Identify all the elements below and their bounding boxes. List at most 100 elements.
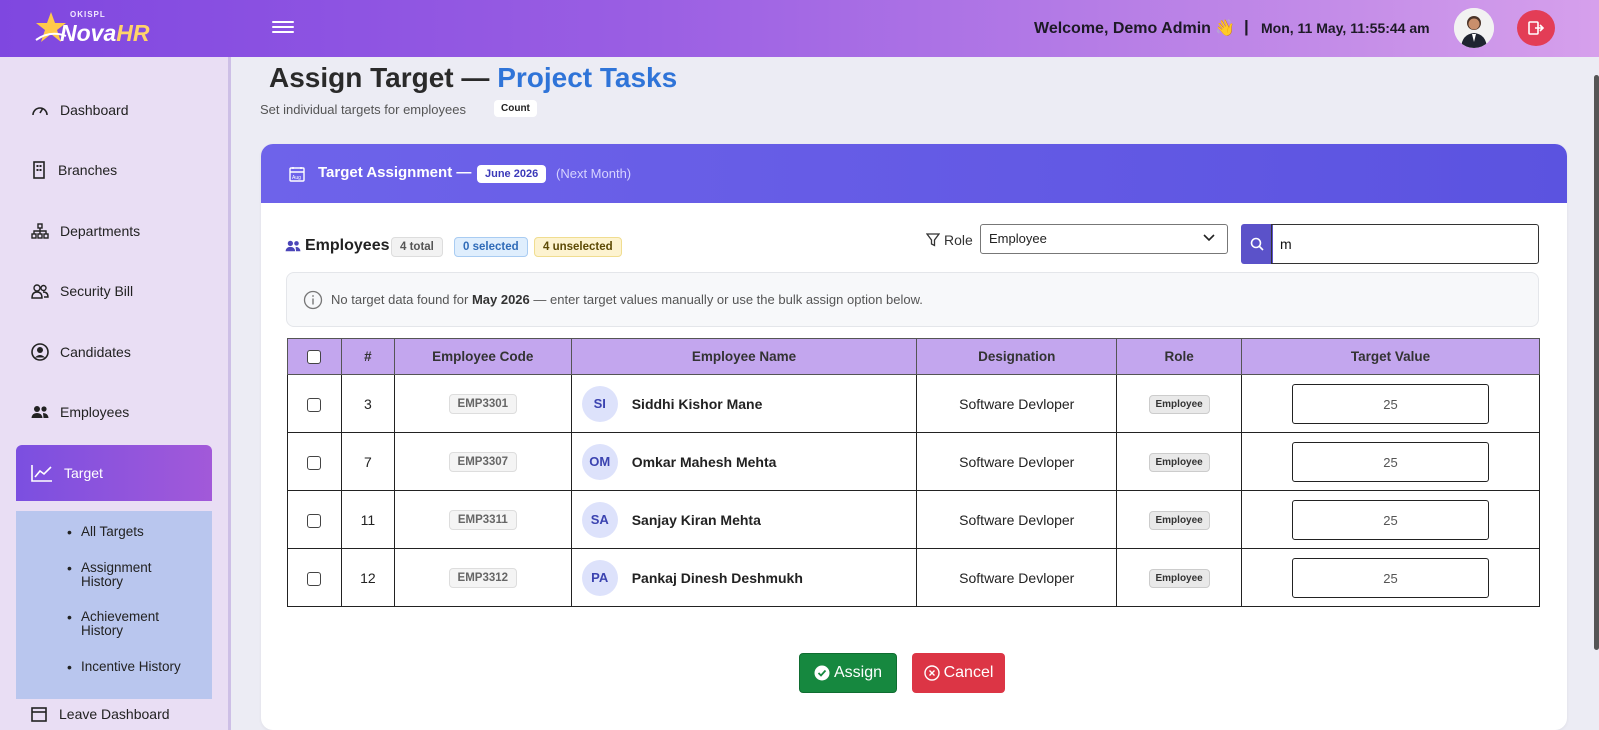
employee-code: EMP3311 <box>448 509 517 530</box>
chart-line-icon <box>31 465 52 482</box>
employee-code: EMP3312 <box>448 567 518 588</box>
submenu-incentive-history[interactable]: Incentive History <box>67 660 181 675</box>
submenu-achievement-history[interactable]: Achievement History <box>67 610 181 638</box>
role-select-value: Employee <box>989 231 1047 246</box>
submenu-all-targets[interactable]: All Targets <box>67 525 144 540</box>
select-all-checkbox[interactable] <box>307 350 322 365</box>
count-badge: Count <box>494 100 537 117</box>
initials-avatar: SI <box>581 385 618 422</box>
table-row: 3 EMP3301 SI Siddhi Kishor Mane Software … <box>287 374 1540 433</box>
user-avatar[interactable] <box>1454 8 1494 48</box>
column-header: Role <box>1116 338 1243 375</box>
cancel-label: Cancel <box>943 664 994 681</box>
card-header: Aug Target Assignment — June 2026 (Next … <box>261 144 1567 203</box>
sidebar-item-security-bill[interactable]: Security Bill <box>16 263 212 319</box>
designation: Software Devloper <box>916 432 1118 491</box>
page-subtitle: Set individual targets for employees <box>260 102 466 117</box>
calendar-icon <box>31 707 47 722</box>
employee-name: Pankaj Dinesh Deshmukh <box>631 569 803 586</box>
row-number: 7 <box>340 432 395 491</box>
sidebar-item-candidates[interactable]: Candidates <box>16 324 212 380</box>
logo-text: NovaHR <box>60 20 150 46</box>
month-badge: June 2026 <box>477 165 547 183</box>
row-checkbox[interactable] <box>307 455 322 470</box>
sidebar-item-branches[interactable]: Branches <box>16 142 212 198</box>
info-text-suffix: — enter target values manually or use th… <box>533 292 923 307</box>
initials-avatar: PA <box>581 559 618 596</box>
search-input[interactable]: m <box>1271 224 1539 264</box>
row-number: 12 <box>340 548 395 607</box>
column-header: Employee Code <box>393 338 572 375</box>
info-notice: No target data found for May 2026 — ente… <box>286 272 1539 327</box>
page-title: Assign Target — Project Tasks <box>269 62 678 93</box>
info-month: May 2026 <box>471 292 530 307</box>
initials-avatar: SA <box>581 501 618 538</box>
top-bar: OKISPL NovaHR Welcome, Demo Admin 👋 | Mo… <box>0 0 1599 57</box>
role-filter-label: Role <box>926 232 973 248</box>
page-scrollbar[interactable] <box>1594 75 1599 650</box>
sidebar-item-target[interactable]: Target <box>16 445 212 501</box>
sidebar-item-label: Employees <box>60 404 130 420</box>
search-icon <box>1250 237 1264 251</box>
row-number: 3 <box>340 374 395 433</box>
designation: Software Devloper <box>916 374 1118 433</box>
row-checkbox[interactable] <box>307 397 322 412</box>
info-text: No target data found for <box>331 292 469 307</box>
row-checkbox[interactable] <box>307 571 322 586</box>
target-value-input[interactable]: 25 <box>1292 441 1490 482</box>
column-header: Target Value <box>1241 338 1540 375</box>
assign-label: Assign <box>833 664 883 681</box>
next-month-label: (Next Month) <box>556 166 632 181</box>
table-header-row: # Employee Code Employee Name Designatio… <box>287 338 1540 375</box>
people-icon <box>285 240 301 252</box>
target-value-input[interactable]: 25 <box>1292 557 1490 598</box>
sidebar-item-employees[interactable]: Employees <box>16 384 212 440</box>
sidebar: Dashboard Branches Departments Security … <box>0 57 231 730</box>
column-header: Employee Name <box>570 338 918 375</box>
total-count-badge: 4 total <box>391 237 443 257</box>
sidebar-item-dashboard[interactable]: Dashboard <box>16 82 212 138</box>
building-icon <box>33 161 45 179</box>
sidebar-item-label: Target <box>64 465 103 481</box>
role-badge: Employee <box>1148 394 1210 414</box>
target-submenu: All Targets Assignment History Achieveme… <box>16 511 212 699</box>
target-value-input[interactable]: 25 <box>1292 499 1490 540</box>
logout-button[interactable] <box>1517 10 1555 46</box>
search-button[interactable] <box>1241 224 1273 264</box>
sidebar-item-label: Branches <box>58 162 118 178</box>
column-header: Designation <box>916 338 1118 375</box>
logo-subtitle: OKISPL <box>70 10 106 19</box>
employee-name: Omkar Mahesh Mehta <box>631 453 777 470</box>
menu-toggle-icon[interactable] <box>272 18 294 38</box>
employee-name: Siddhi Kishor Mane <box>631 395 763 412</box>
designation: Software Devloper <box>916 490 1118 549</box>
sidebar-item-label: Security Bill <box>60 283 134 299</box>
column-header: # <box>340 338 395 375</box>
current-datetime: Mon, 11 May, 11:55:44 am <box>1261 20 1430 36</box>
cancel-button[interactable]: Cancel <box>912 653 1005 693</box>
sidebar-item-label: Departments <box>60 223 141 239</box>
row-checkbox[interactable] <box>307 513 322 528</box>
employees-table: # Employee Code Employee Name Designatio… <box>287 338 1540 607</box>
sitemap-icon <box>31 223 49 239</box>
row-number: 11 <box>340 490 395 549</box>
sidebar-item-leave-dashboard[interactable]: Leave Dashboard <box>31 706 170 722</box>
info-icon <box>303 290 323 309</box>
close-circle-icon <box>923 665 940 681</box>
employee-name: Sanjay Kiran Mehta <box>631 511 761 528</box>
unselected-count-badge: 4 unselected <box>534 237 622 257</box>
users-icon <box>31 284 49 299</box>
selected-count-badge: 0 selected <box>454 237 528 257</box>
sidebar-item-label: Dashboard <box>60 102 129 118</box>
table-row: 11 EMP3311 SA Sanjay Kiran Mehta Software… <box>287 490 1540 549</box>
people-icon <box>31 406 49 418</box>
card-title: Target Assignment — <box>318 164 472 181</box>
header-separator: | <box>1244 17 1249 36</box>
role-select[interactable]: Employee <box>980 224 1228 254</box>
sidebar-item-departments[interactable]: Departments <box>16 203 212 259</box>
app-logo[interactable]: OKISPL NovaHR <box>22 6 162 50</box>
submenu-assignment-history[interactable]: Assignment History <box>67 561 181 589</box>
sidebar-item-label: Candidates <box>60 344 131 360</box>
assign-button[interactable]: Assign <box>799 653 897 693</box>
target-value-input[interactable]: 25 <box>1292 383 1490 424</box>
